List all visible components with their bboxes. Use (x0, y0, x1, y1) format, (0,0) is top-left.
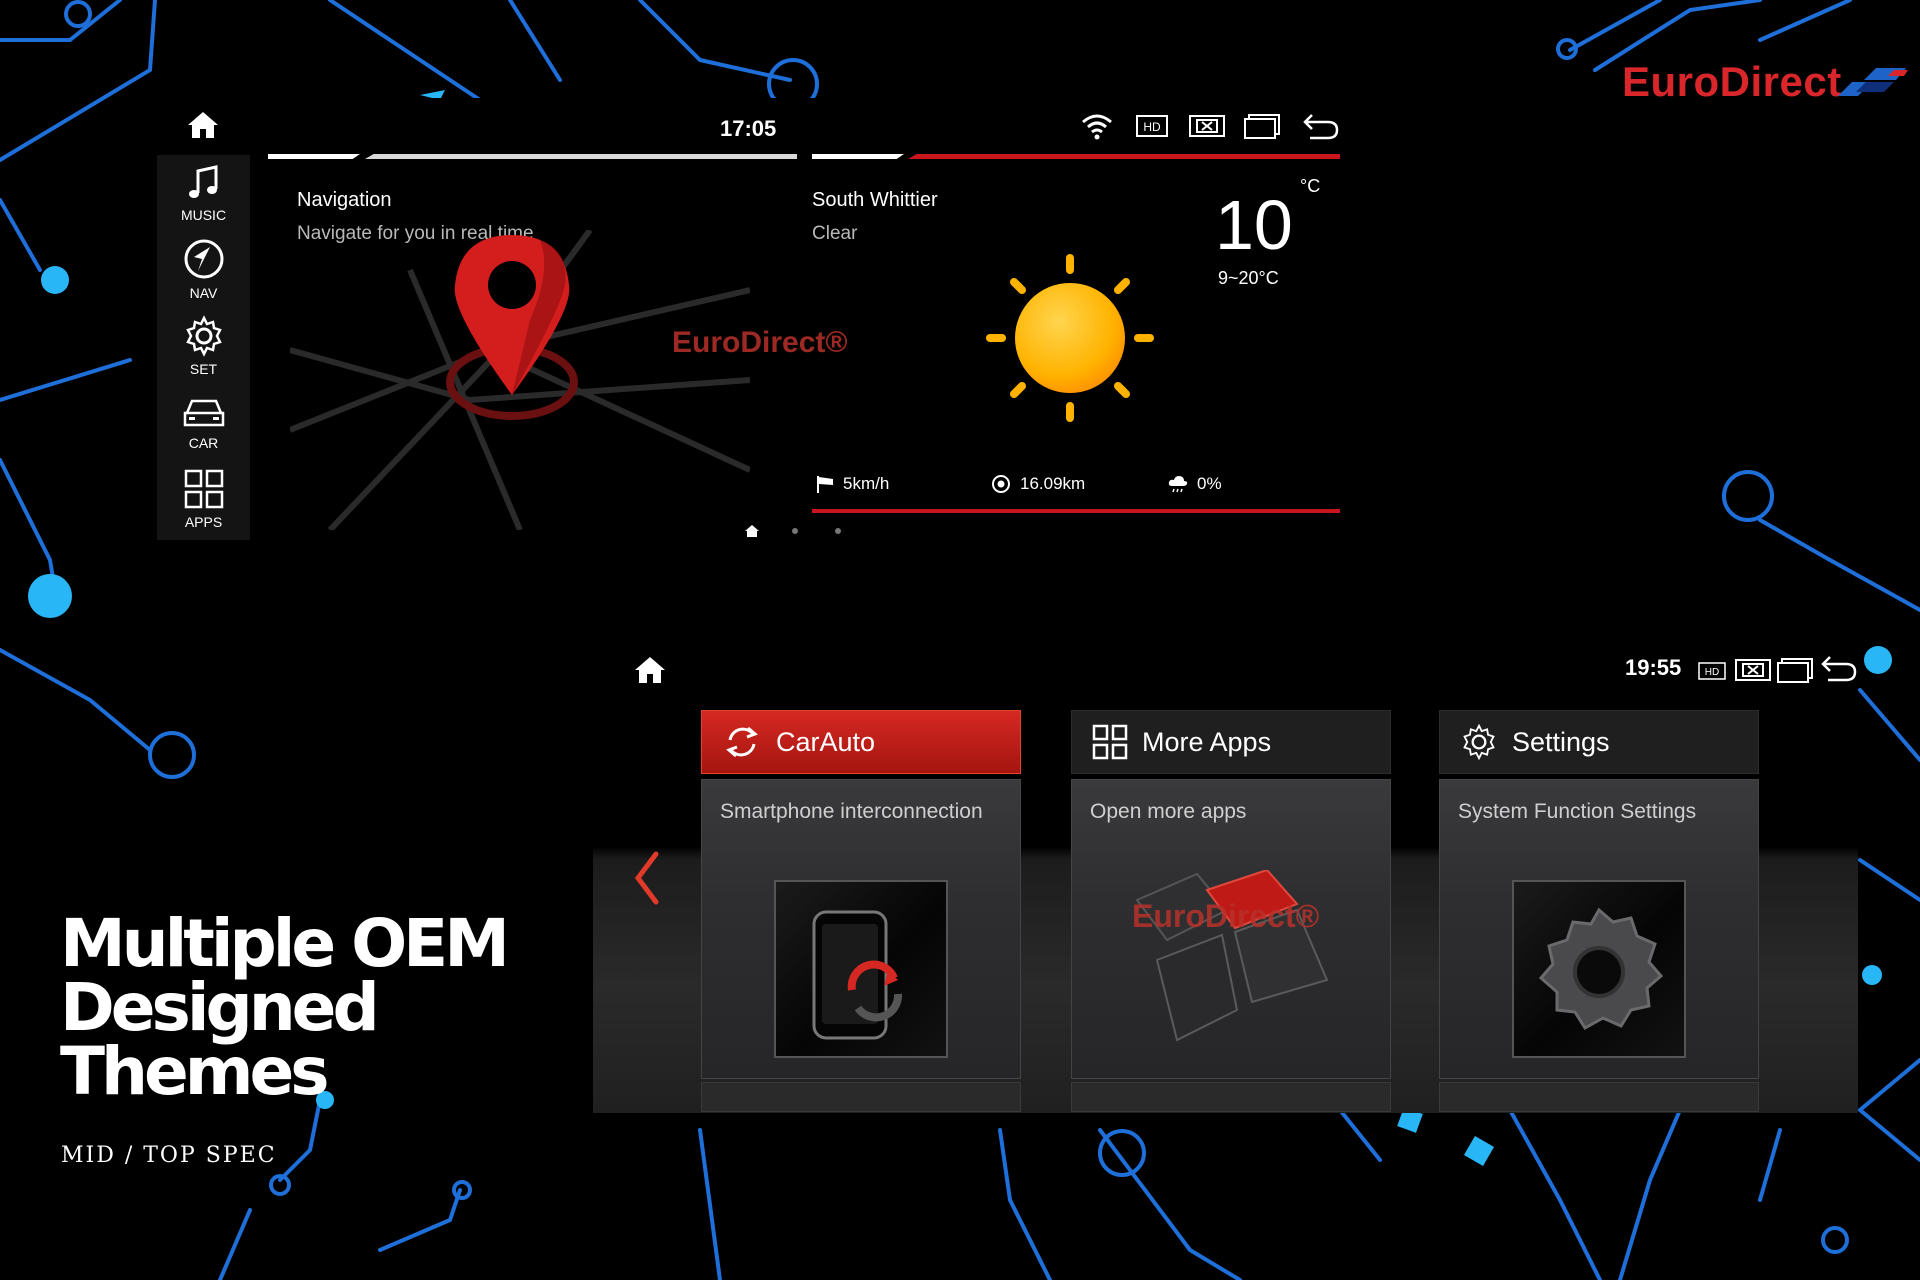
gear-icon (1538, 907, 1664, 1031)
svg-text:HD: HD (1705, 667, 1719, 678)
gear-icon (185, 315, 222, 357)
close-box-icon[interactable] (1734, 656, 1772, 684)
headline: Multiple OEM Designed Themes (60, 905, 510, 1110)
tile-more-apps[interactable]: Open more apps EuroDirect® (1071, 779, 1391, 1079)
settings-gear-image (1512, 880, 1686, 1058)
temperature-unit: °C (1300, 176, 1321, 196)
svg-text:HD: HD (1143, 120, 1161, 134)
tile-footer (1439, 1082, 1759, 1112)
nav-card-header-bar (268, 154, 360, 159)
wifi-icon[interactable] (1080, 112, 1114, 140)
nav-card-header-line (365, 154, 797, 159)
rain-cloud-icon (1168, 476, 1188, 493)
visibility-stat: 16.09km (990, 474, 1085, 494)
weather-temperature: 10 (1215, 186, 1293, 264)
tile-description: System Function Settings (1458, 800, 1697, 823)
dock-item-car[interactable]: CAR (157, 395, 250, 451)
weather-location: South Whittier (812, 189, 938, 211)
dock-item-apps[interactable]: APPS (157, 468, 250, 530)
weather-card-footer-line (812, 509, 1340, 513)
precipitation-stat: 0% (1167, 474, 1222, 494)
apps-grid-icon (1092, 724, 1128, 760)
refresh-icon (726, 726, 758, 758)
precipitation: 0% (1197, 474, 1222, 493)
home-icon[interactable] (633, 655, 667, 685)
headline-line: Themes (60, 1033, 330, 1110)
phone-sync-icon (812, 910, 903, 1040)
headline-line: Multiple OEM (60, 905, 510, 982)
hd-icon[interactable]: HD (1135, 112, 1169, 140)
back-icon[interactable] (1818, 654, 1858, 684)
page-dot (835, 528, 841, 534)
car-icon (183, 399, 224, 427)
wind-flag-icon (817, 476, 833, 493)
visibility: 16.09km (1020, 474, 1086, 493)
clock: 19:55 (1625, 655, 1682, 680)
sun-icon (986, 254, 1154, 422)
wind-stat: 5km/h (815, 474, 889, 494)
apps-grid-icon (184, 469, 223, 509)
tile-carauto-header[interactable]: CarAuto (701, 710, 1021, 774)
temperature-range: 9~20°C (1218, 268, 1279, 288)
dock-item-music[interactable]: MUSIC (157, 163, 250, 223)
gear-icon (1463, 723, 1495, 761)
chevron-left-icon[interactable] (632, 850, 662, 906)
dock-label: CAR (188, 435, 219, 451)
dock-label: NAV (189, 285, 218, 301)
window-icon[interactable] (1243, 112, 1281, 140)
tile-more-apps-header[interactable]: More Apps (1071, 710, 1391, 774)
dock-item-nav[interactable]: NAV (157, 237, 250, 301)
tile-footer (1071, 1082, 1391, 1112)
phone-sync-image (774, 880, 948, 1058)
navigation-icon (184, 239, 223, 279)
subline: MID / TOP SPEC (61, 1143, 277, 1168)
clock: 17:05 (720, 116, 777, 141)
dock-label: MUSIC (180, 207, 227, 223)
page-dot (792, 528, 798, 534)
hd-icon[interactable]: HD (1698, 660, 1726, 682)
brand-logo: EuroDirect (1622, 58, 1842, 105)
tile-title: CarAuto (776, 726, 876, 757)
tile-description: Smartphone interconnection (720, 800, 983, 823)
map-pin-icon (290, 230, 750, 530)
wind-speed: 5km/h (843, 474, 890, 493)
weather-condition: Clear (812, 223, 858, 244)
music-note-icon (188, 165, 217, 198)
tile-settings[interactable]: System Function Settings (1439, 779, 1759, 1079)
weather-card-header-bar (812, 154, 904, 159)
dock-label: APPS (184, 514, 223, 530)
weather-card-header-line (908, 154, 1340, 159)
tile-title: More Apps (1142, 726, 1272, 757)
page-indicator[interactable] (745, 524, 845, 538)
page-home-dot (745, 525, 759, 537)
watermark: EuroDirect® (1132, 898, 1320, 934)
dock-item-set[interactable]: SET (157, 315, 250, 377)
window-icon[interactable] (1776, 656, 1814, 684)
side-dock: MUSIC NAV SET CAR APPS (157, 155, 250, 540)
tile-footer (701, 1082, 1021, 1112)
home-icon[interactable] (186, 110, 220, 140)
watermark: EuroDirect® (672, 326, 848, 359)
navigation-title: Navigation (297, 189, 392, 211)
tile-title: Settings (1512, 726, 1610, 757)
back-icon[interactable] (1300, 112, 1340, 142)
close-box-icon[interactable] (1188, 112, 1226, 140)
tile-description: Open more apps (1090, 800, 1247, 823)
brand-stripes-icon (1838, 68, 1908, 96)
eye-icon (992, 475, 1010, 493)
tile-settings-header[interactable]: Settings (1439, 710, 1759, 774)
headline-line: Designed (60, 969, 380, 1046)
tile-carauto[interactable]: Smartphone interconnection (701, 779, 1021, 1079)
dock-label: SET (189, 361, 218, 377)
